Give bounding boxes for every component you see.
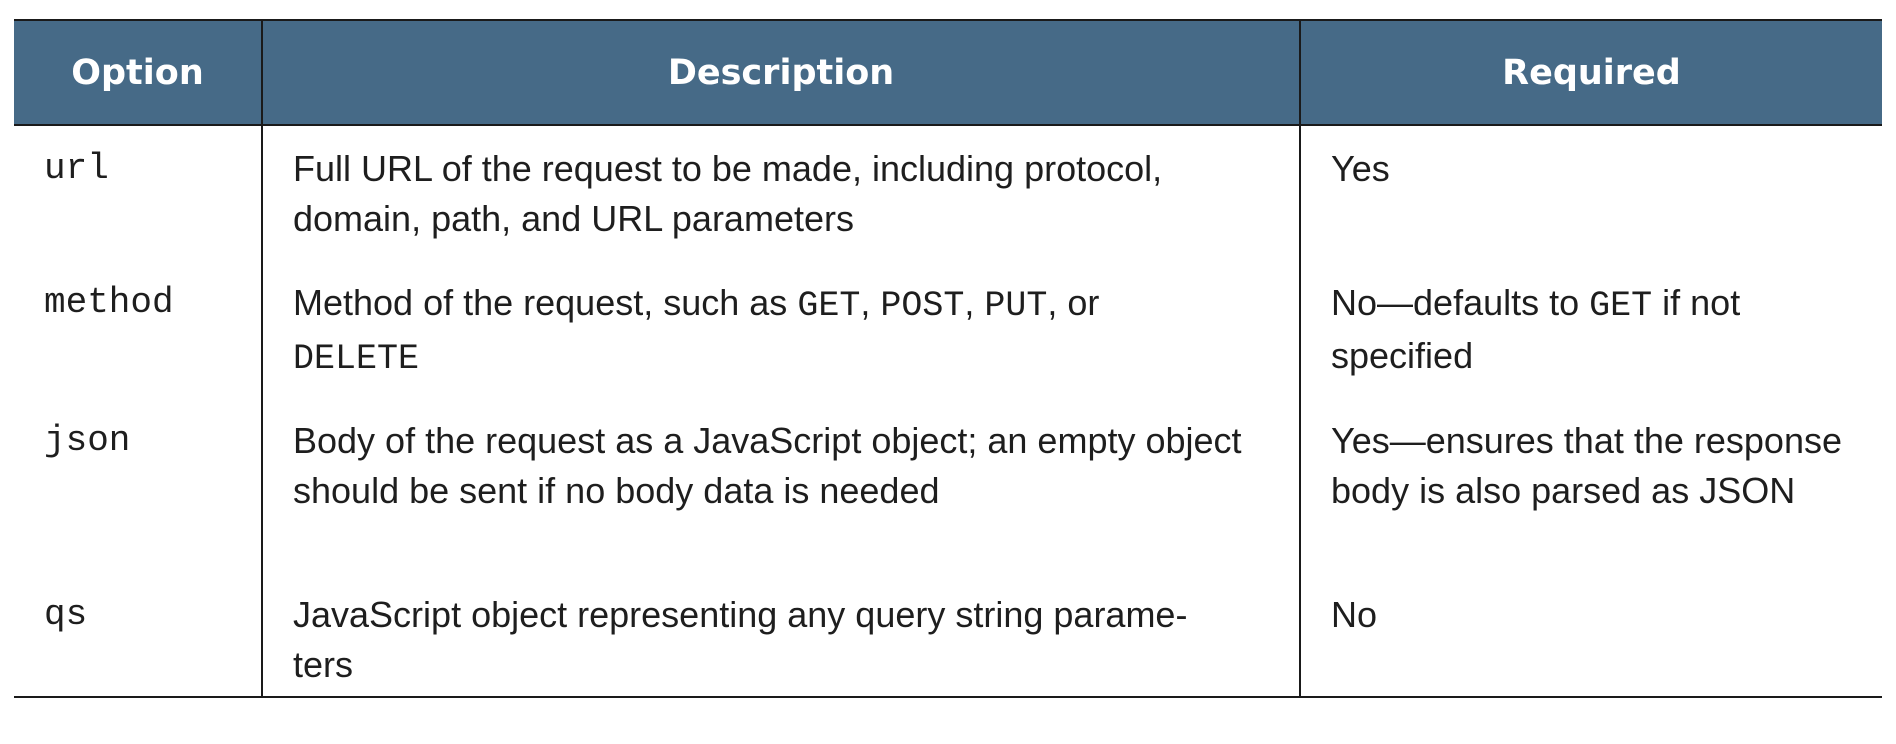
- separator: ,: [964, 282, 985, 323]
- required-cell: Yes: [1299, 125, 1882, 262]
- code-put: PUT: [984, 286, 1048, 326]
- option-cell: json: [44, 420, 131, 461]
- separator: ,: [860, 282, 881, 323]
- description-cell: Method of the request, such as GET, POST…: [261, 262, 1300, 404]
- code-delete: DELETE: [293, 339, 420, 379]
- table-body: url Full URL of the request to be made, …: [14, 125, 1882, 698]
- code-post: POST: [880, 286, 965, 326]
- header-description: Description: [261, 19, 1300, 126]
- header-option: Option: [14, 19, 262, 126]
- description-cell: JavaScript object representing any query…: [261, 578, 1300, 698]
- table-row: qs JavaScript object representing any qu…: [14, 578, 1882, 698]
- options-table: Option Description Required url Full URL…: [14, 19, 1882, 698]
- description-line: ters: [293, 644, 354, 685]
- description-cell: Full URL of the request to be made, incl…: [261, 125, 1300, 262]
- option-cell: method: [44, 282, 174, 323]
- code-get: GET: [1589, 286, 1653, 326]
- table-row: url Full URL of the request to be made, …: [14, 125, 1882, 262]
- separator: , or: [1047, 282, 1100, 323]
- option-cell: url: [44, 148, 109, 189]
- table-row: json Body of the request as a JavaScript…: [14, 404, 1882, 578]
- description-text: Method of the request, such as: [293, 282, 798, 323]
- code-get: GET: [797, 286, 861, 326]
- header-row: Option Description Required: [14, 19, 1882, 126]
- option-cell: qs: [14, 578, 262, 698]
- required-cell: No: [1299, 578, 1882, 698]
- header-required: Required: [1299, 19, 1882, 126]
- document-page: Option Description Required url Full URL…: [0, 0, 1896, 744]
- table-header: Option Description Required: [14, 19, 1882, 126]
- required-cell: Yes—ensures that the response body is al…: [1299, 404, 1882, 578]
- table-row: method Method of the request, such as GE…: [14, 262, 1882, 404]
- required-text: No—defaults to: [1331, 282, 1590, 323]
- description-cell: Body of the request as a JavaScript obje…: [261, 404, 1300, 578]
- description-line: JavaScript object representing any query…: [293, 594, 1188, 635]
- required-cell: No—defaults to GET if not specified: [1299, 262, 1882, 404]
